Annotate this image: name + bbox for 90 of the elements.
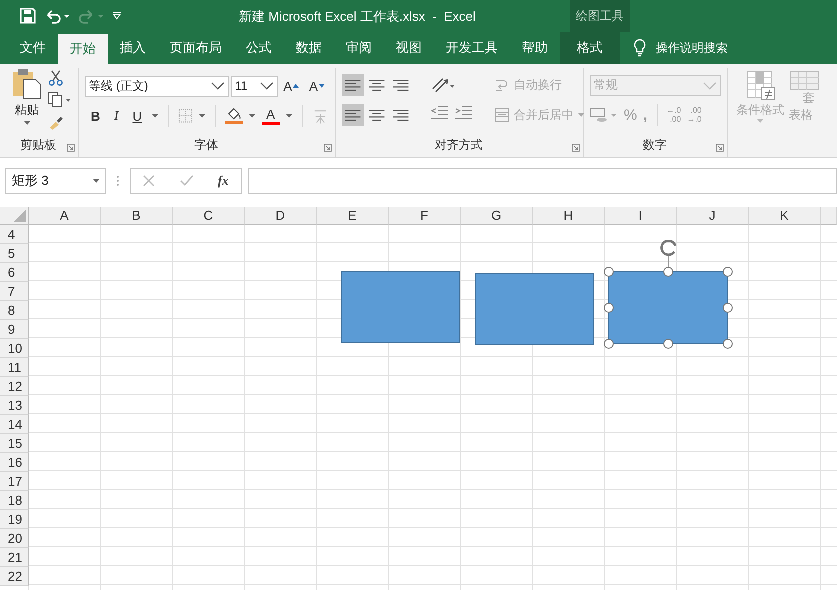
column-header[interactable]: H	[533, 207, 605, 225]
row-header[interactable]: 21	[0, 548, 29, 567]
column-header[interactable]: C	[173, 207, 245, 225]
paste-icon[interactable]	[12, 68, 42, 100]
column-header[interactable]: I	[605, 207, 677, 225]
group-label: 剪贴板	[20, 137, 58, 154]
dropdown-caret-icon[interactable]	[93, 179, 100, 183]
column-header[interactable]: J	[677, 207, 749, 225]
align-button[interactable]	[342, 74, 364, 96]
dialog-launcher-icon[interactable]	[324, 144, 332, 152]
ribbon-tab[interactable]: 审阅	[334, 32, 384, 64]
row-header[interactable]: 14	[0, 415, 29, 434]
row-header[interactable]: 22	[0, 567, 29, 586]
row-header[interactable]: 4	[0, 225, 29, 244]
column-header[interactable]: B	[101, 207, 173, 225]
column-header[interactable]: D	[245, 207, 317, 225]
rectangle-shape[interactable]	[608, 272, 728, 344]
row-header[interactable]: 16	[0, 453, 29, 472]
group-label: 对齐方式	[434, 137, 484, 154]
column-header[interactable]: E	[317, 207, 389, 225]
row-header[interactable]: 19	[0, 510, 29, 529]
decrease-font-button[interactable]: A	[305, 75, 329, 97]
lightbulb-icon[interactable]	[634, 39, 646, 57]
row-header[interactable]: 5	[0, 244, 29, 263]
ribbon-tab[interactable]: 帮助	[510, 32, 560, 64]
column-header[interactable]: K	[749, 207, 821, 225]
font-size-box[interactable]: 11	[231, 76, 278, 96]
ribbon-tab[interactable]: 数据	[284, 32, 334, 64]
row-header[interactable]: 17	[0, 472, 29, 491]
format-painter-icon[interactable]	[48, 114, 64, 130]
dialog-launcher-icon[interactable]	[67, 144, 75, 152]
row-header[interactable]: 15	[0, 434, 29, 453]
group-label: 字体	[194, 137, 220, 154]
row-header[interactable]: 11	[0, 358, 29, 377]
dropdown-caret-icon[interactable]	[152, 114, 159, 118]
underline-button[interactable]: U	[128, 105, 146, 127]
dropdown-caret-icon[interactable]	[286, 114, 293, 118]
save-icon[interactable]	[20, 8, 36, 24]
ribbon-tab[interactable]: 开发工具	[434, 32, 510, 64]
column-header[interactable]: A	[29, 207, 101, 225]
ribbon-tab[interactable]: 格式	[560, 32, 620, 64]
increase-indent-icon[interactable]	[454, 104, 474, 120]
italic-button[interactable]: I	[110, 105, 123, 127]
tell-me-search[interactable]: 操作说明搜索	[656, 40, 728, 56]
chevron-icon[interactable]	[211, 82, 226, 90]
ribbon-tab[interactable]: 开始	[58, 34, 108, 64]
dialog-launcher-icon[interactable]	[716, 144, 724, 152]
dialog-launcher-icon[interactable]	[572, 144, 580, 152]
row-header[interactable]: 12	[0, 377, 29, 396]
dropdown-caret-icon[interactable]	[249, 114, 256, 118]
ribbon-tab[interactable]: 视图	[384, 32, 434, 64]
row-header[interactable]: 6	[0, 263, 29, 282]
font-color-button[interactable]: A	[262, 108, 280, 124]
align-button[interactable]	[342, 104, 364, 126]
chevron-icon[interactable]	[260, 82, 274, 90]
row-header[interactable]: 8	[0, 301, 29, 320]
group-label: 数字	[642, 137, 668, 154]
currency-icon[interactable]	[590, 106, 618, 124]
ribbon-tab[interactable]: 公式	[234, 32, 284, 64]
dropdown-caret-icon[interactable]	[24, 121, 30, 125]
copy-icon[interactable]	[48, 92, 72, 108]
column-header[interactable]: F	[389, 207, 461, 225]
name-box[interactable]: 矩形 3	[5, 168, 106, 194]
header-strip	[821, 207, 837, 225]
paste-label[interactable]: 粘贴	[15, 102, 39, 119]
row-header[interactable]: 10	[0, 339, 29, 358]
insert-function-button[interactable]: fx	[218, 173, 229, 189]
window-title: 新建 Microsoft Excel 工作表.xlsx - Excel	[239, 8, 476, 26]
row-header[interactable]: 20	[0, 529, 29, 548]
formula-field[interactable]	[248, 168, 837, 194]
ribbon-tab[interactable]: 插入	[108, 32, 158, 64]
row-header[interactable]: 18	[0, 491, 29, 510]
decrease-indent-icon[interactable]	[430, 104, 450, 120]
fill-color-button[interactable]	[225, 108, 244, 124]
row-header[interactable]: 7	[0, 282, 29, 301]
dropdown-caret-icon[interactable]	[199, 114, 206, 118]
ribbon-tab[interactable]: 页面布局	[158, 32, 234, 64]
up-triangle-icon[interactable]	[293, 84, 300, 88]
scissors-icon[interactable]	[48, 70, 64, 86]
selection-handles[interactable]	[604, 240, 733, 349]
down-triangle-icon[interactable]	[319, 84, 325, 88]
font-name-box[interactable]: 等线 (正文)	[85, 76, 230, 96]
increase-font-button[interactable]: A	[280, 75, 304, 97]
ribbon-tab[interactable]: 文件	[8, 32, 58, 64]
customize-menu-icon[interactable]	[112, 12, 122, 20]
contextual-tab-group: 绘图工具	[570, 0, 630, 32]
row-header[interactable]: 9	[0, 320, 29, 339]
column-header[interactable]: G	[461, 207, 533, 225]
bold-button[interactable]: B	[87, 105, 104, 127]
row-header[interactable]: 13	[0, 396, 29, 415]
